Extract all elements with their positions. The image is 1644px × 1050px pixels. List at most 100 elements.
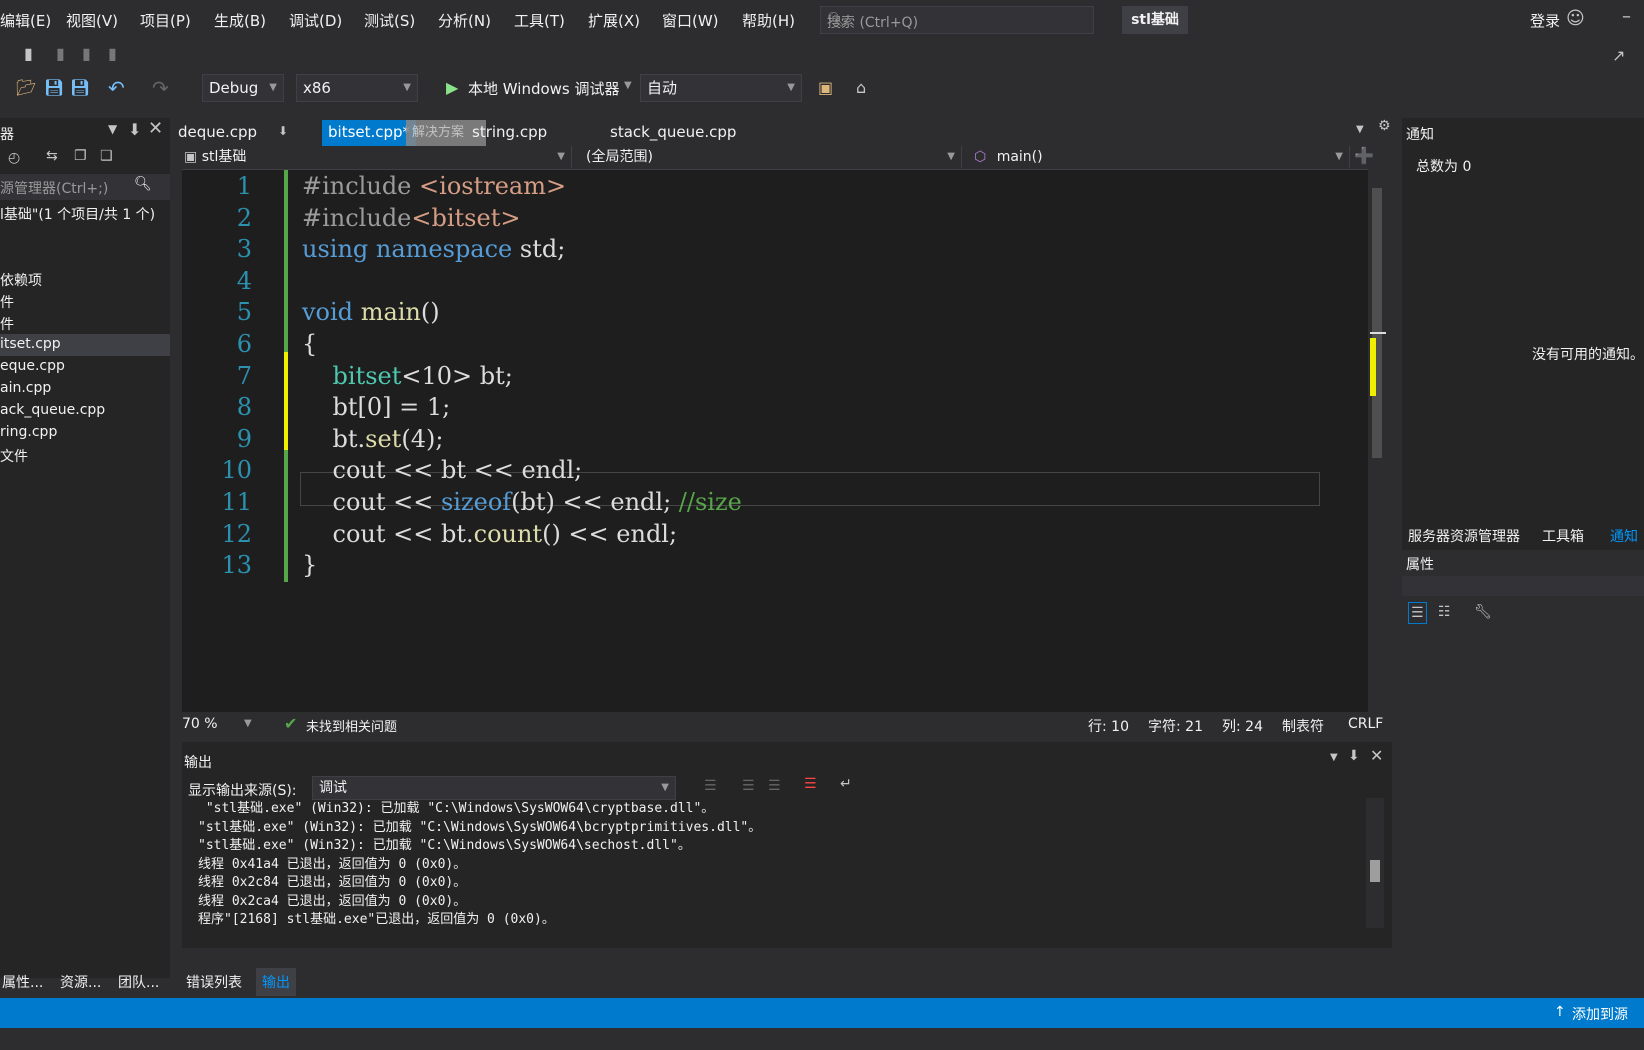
code-line[interactable]: cout << sizeof(bt) << endl; //size [302,488,742,516]
code-line[interactable]: { [302,330,317,358]
tab-server-explorer[interactable]: 服务器资源管理器 [1408,526,1520,546]
tree-item[interactable]: 文件 [0,446,28,466]
scrollbar-thumb[interactable] [1370,860,1380,882]
chevron-down-icon[interactable]: ▼ [244,718,252,729]
menu-project[interactable]: 项目(P) [140,10,191,31]
code-line[interactable]: cout << bt.count() << endl; [302,520,678,548]
alphabetical-icon[interactable]: ☷ [1438,604,1451,620]
menu-analyze[interactable]: 分析(N) [438,10,491,31]
menu-debug[interactable]: 调试(D) [289,10,342,31]
tab-output[interactable]: 输出 [256,968,296,996]
chevron-down-icon[interactable]: ▼ [624,80,632,91]
tree-item[interactable]: eque.cpp [0,358,65,374]
pin-icon[interactable]: ⬇ [278,124,288,138]
add-to-source-control[interactable]: 添加到源 [1572,1004,1628,1024]
tree-item[interactable]: ain.cpp [0,380,51,396]
history-icon[interactable]: ◴ [8,150,20,166]
code-line[interactable]: bt[0] = 1; [302,393,451,421]
collapse-icon[interactable]: ❐ [74,148,87,164]
tab-indicator[interactable]: 制表符 [1282,716,1324,736]
play-icon[interactable]: ▶ [446,78,458,97]
code-line[interactable]: bt.set(4); [302,425,444,453]
tab-team[interactable]: 团队... [118,972,159,992]
tab-notifications[interactable]: 通知 [1610,526,1638,546]
find-in-files-icon[interactable]: ▣ [818,78,833,97]
code-editor[interactable]: 1 #include <iostream> 2 #include<bitset> 3 us… [182,170,1386,718]
search-input[interactable]: 搜索 (Ctrl+Q) 🔍︎ [820,6,1094,34]
code-line[interactable]: #include <iostream> [302,172,566,200]
tree-item-selected[interactable]: itset.cpp [0,334,170,356]
gear-icon[interactable]: ⚙ [1378,118,1391,134]
save-icon[interactable]: 💾︎ [44,78,64,97]
tab-deque[interactable]: deque.cpp [172,120,263,146]
output-scrollbar[interactable] [1366,798,1384,928]
browser-icon[interactable]: ⌂ [856,78,866,97]
clear-all-icon[interactable]: ☰ [804,776,817,792]
solution-node[interactable]: l基础"(1 个项目/共 1 个) [0,204,155,224]
prev-message-icon[interactable]: ☰ [742,778,755,794]
next-message-icon[interactable]: ☰ [768,778,781,794]
tab-error-list[interactable]: 错误列表 [186,972,242,992]
scope-dropdown[interactable]: (全局范围) ▼ [576,146,962,168]
output-source-dropdown[interactable]: 调试 ▼ [312,776,676,800]
code-line[interactable]: cout << bt << endl; [302,456,583,484]
chevron-down-icon[interactable]: ▼ [108,122,117,136]
menu-tools[interactable]: 工具(T) [514,10,565,31]
platform-dropdown[interactable]: x86 ▼ [296,74,418,102]
close-icon[interactable]: ✕ [148,118,163,139]
tree-item[interactable]: 依赖项 [0,270,42,290]
save-all-icon[interactable]: 💾︎ [70,78,90,97]
menu-extensions[interactable]: 扩展(X) [588,10,640,31]
tree-item[interactable]: ack_queue.cpp [0,402,105,418]
menu-help[interactable]: 帮助(H) [742,10,795,31]
tab-resources[interactable]: 资源... [60,972,101,992]
tree-item[interactable]: 件 [0,314,14,334]
property-pages-icon[interactable]: 🔧︎ [1474,604,1492,620]
menu-window[interactable]: 窗口(W) [662,10,719,31]
minimize-icon[interactable]: – [1622,6,1631,27]
undo-icon[interactable]: ↶ [108,76,125,100]
code-line[interactable]: } [302,551,317,579]
scrollbar-thumb[interactable] [1372,188,1382,458]
menu-test[interactable]: 测试(S) [364,10,415,31]
chevron-down-icon[interactable]: ▼ [1330,752,1338,763]
redo-icon[interactable]: ↷ [152,76,169,100]
zoom-dropdown[interactable]: 70 % [182,716,218,732]
word-wrap-icon[interactable]: ↵ [840,776,852,792]
bookmark-prev-icon[interactable]: ▮ [56,44,65,63]
eol-indicator[interactable]: CRLF [1348,716,1383,732]
categorized-icon[interactable]: ☰ [1408,602,1427,624]
user-icon[interactable]: ☺ [1566,8,1585,29]
config-dropdown[interactable]: Debug ▼ [202,74,284,102]
open-folder-icon[interactable]: 📂︎ [16,78,36,97]
sync-icon[interactable]: ⇆ [46,148,58,164]
tree-item[interactable]: 件 [0,292,14,312]
vertical-scrollbar[interactable] [1368,170,1386,718]
tab-stack-queue[interactable]: stack_queue.cpp [604,120,742,146]
tab-bitset[interactable]: bitset.cpp* [322,120,417,146]
split-icon[interactable]: ➕ [1354,146,1374,165]
bookmark-next-icon[interactable]: ▮ [82,44,91,63]
menu-edit[interactable]: 编辑(E) [0,10,51,31]
bookmark-clear-icon[interactable]: ▮ [108,44,117,63]
pin-icon[interactable]: ⬇ [128,120,141,139]
menu-view[interactable]: 视图(V) [66,10,118,31]
explorer-search-input[interactable]: 源管理器(Ctrl+;) 🔍︎ [0,174,170,200]
properties-object-selector[interactable] [1402,576,1644,596]
tab-properties[interactable]: 属性... [2,972,43,992]
pin-icon[interactable]: ⬇ [1348,748,1360,764]
code-line[interactable]: #include<bitset> [302,204,520,232]
tab-string[interactable]: string.cpp [466,120,553,146]
tab-toolbox[interactable]: 工具箱 [1542,526,1584,546]
run-debugger-button[interactable]: 本地 Windows 调试器 [468,78,620,99]
show-all-icon[interactable]: ❑ [100,148,113,164]
menu-build[interactable]: 生成(B) [214,10,266,31]
tree-item[interactable]: ring.cpp [0,424,57,440]
code-line[interactable]: bitset<10> bt; [302,362,513,390]
issues-status[interactable]: 未找到相关问题 [306,716,397,735]
signin-link[interactable]: 登录 [1530,10,1560,31]
chevron-down-icon[interactable]: ▼ [1356,124,1364,135]
find-message-icon[interactable]: ☰ [704,778,717,794]
code-line[interactable]: void main() [302,298,440,326]
share-icon[interactable]: ↗ [1612,46,1625,65]
